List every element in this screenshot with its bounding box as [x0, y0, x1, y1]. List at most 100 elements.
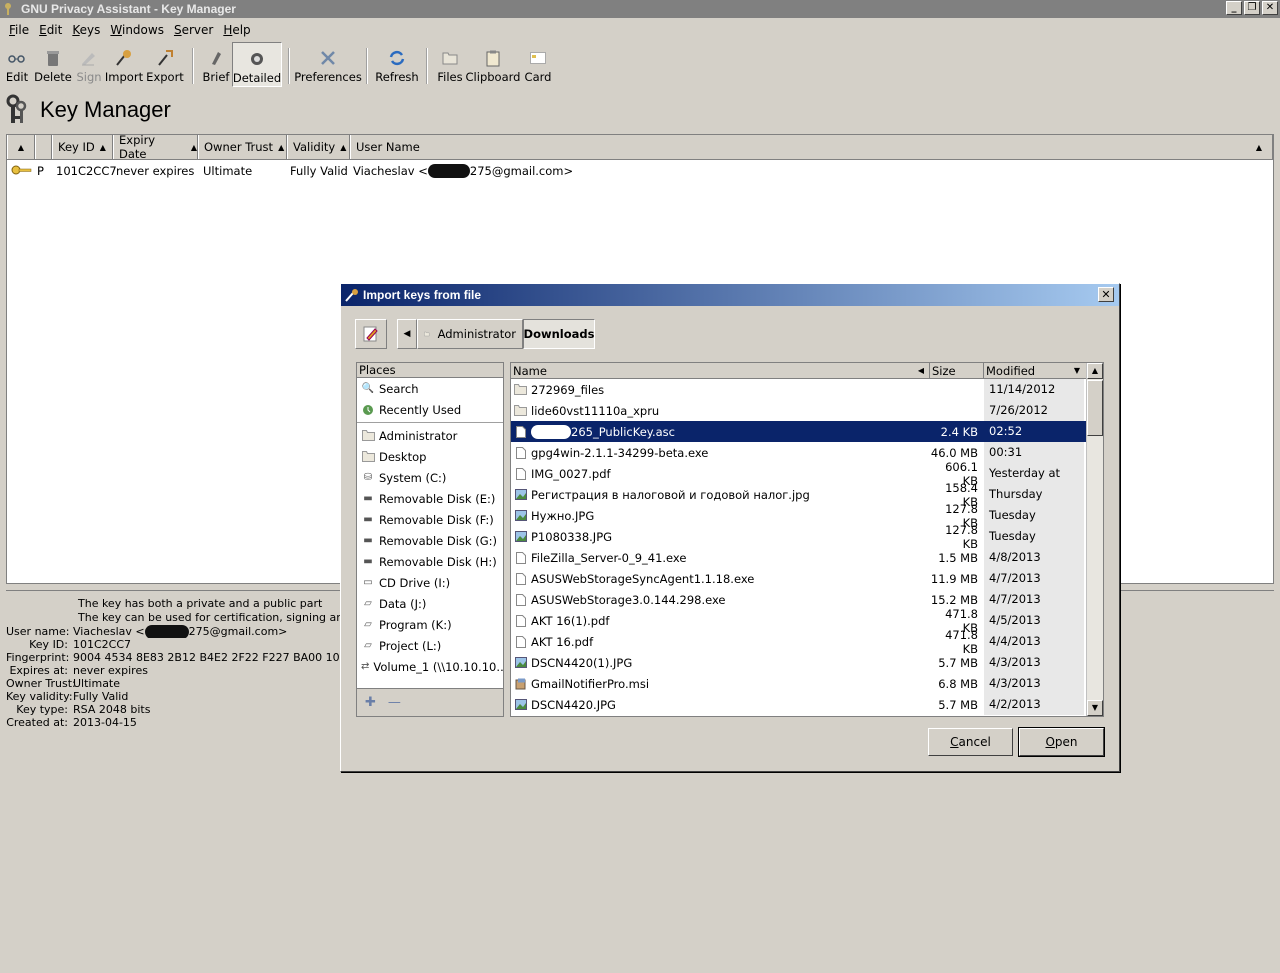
files-button[interactable]: Files: [434, 42, 466, 87]
col-key-id[interactable]: Key ID ▲: [52, 135, 113, 159]
file-name: lide60vst11110a_xpru: [511, 404, 930, 418]
redaction-mark: [427, 164, 470, 179]
place-project-l[interactable]: ▱ Project (L:): [357, 635, 503, 656]
menu-file[interactable]: File: [4, 23, 34, 37]
file-row[interactable]: 272969_files 11/14/2012: [511, 379, 1103, 400]
type-location-button[interactable]: [355, 319, 387, 349]
col-owner-trust[interactable]: Owner Trust ▲: [198, 135, 287, 159]
edit-button[interactable]: Edit: [2, 42, 32, 87]
scroll-thumb[interactable]: [1087, 380, 1103, 436]
toolbar-separator: [192, 48, 194, 84]
file-row[interactable]: Регистрация в налоговой и годовой налог.…: [511, 481, 1103, 509]
sort-asc-icon: ▲: [340, 142, 347, 152]
file-row[interactable]: ASUSWebStorageSyncAgent1.1.18.exe 11.9 MB…: [511, 568, 1103, 589]
minimize-button[interactable]: _: [1226, 1, 1242, 15]
clipboard-button[interactable]: Clipboard: [466, 42, 520, 87]
restore-button[interactable]: ❐: [1244, 1, 1260, 15]
preferences-tools-icon: [318, 48, 338, 68]
file-row[interactable]: lide60vst11110a_xpru 7/26/2012: [511, 400, 1103, 421]
menu-edit[interactable]: Edit: [34, 23, 67, 37]
menu-help[interactable]: Help: [218, 23, 255, 37]
path-downloads[interactable]: Downloads: [523, 319, 595, 349]
file-row[interactable]: Нужно.JPG 127.8 KB Tuesday: [511, 502, 1103, 530]
import-key-icon: [114, 48, 134, 68]
place-removable-e[interactable]: ▬ Removable Disk (E:): [357, 488, 503, 509]
file-modified: 4/5/2013: [984, 610, 1084, 631]
card-button[interactable]: Card: [520, 42, 556, 87]
file-row[interactable]: DSCN4420.JPG 5.7 MB 4/2/2013: [511, 694, 1103, 715]
place-system-c[interactable]: ⛁ System (C:): [357, 467, 503, 488]
refresh-button[interactable]: Refresh: [374, 42, 420, 87]
keypair-icon: [7, 164, 37, 179]
file-row[interactable]: AKT 16(1).pdf 471.8 KB 4/5/2013: [511, 607, 1103, 635]
file-modified: 4/3/2013: [984, 673, 1084, 694]
file-row[interactable]: ASUSWebStorage3.0.144.298.exe 15.2 MB 4/7/…: [511, 589, 1103, 610]
place-desktop[interactable]: Desktop: [357, 446, 503, 467]
place-administrator[interactable]: Administrator: [357, 425, 503, 446]
col-validity[interactable]: Validity ▲: [287, 135, 350, 159]
sort-asc-icon: ▲: [278, 142, 285, 152]
place-data-j[interactable]: ▱ Data (J:): [357, 593, 503, 614]
file-row[interactable]: AKT 16.pdf 471.8 KB 4/4/2013: [511, 628, 1103, 656]
col-modified[interactable]: Modified ▼: [984, 363, 1087, 378]
col-size[interactable]: Size: [930, 363, 984, 378]
place-cd-drive-i[interactable]: ▭ CD Drive (I:): [357, 572, 503, 593]
col-key-type[interactable]: ▲: [7, 135, 35, 159]
place-volume-1[interactable]: ⇄ Volume_1 (\\10.10.10.…: [357, 656, 503, 677]
file-modified: 4/7/2013: [984, 568, 1084, 589]
place-program-k[interactable]: ▱ Program (K:): [357, 614, 503, 635]
open-button[interactable]: Open: [1019, 728, 1104, 756]
menu-keys[interactable]: Keys: [67, 23, 105, 37]
preferences-button[interactable]: Preferences: [294, 42, 362, 87]
dialog-close-button[interactable]: ✕: [1098, 287, 1114, 302]
key-row[interactable]: P 101C2CC7 never expires Ultimate Fully …: [7, 160, 1273, 182]
sort-desc-icon: ▼: [1073, 366, 1080, 375]
place-removable-g[interactable]: ▬ Removable Disk (G:): [357, 530, 503, 551]
refresh-icon: [387, 48, 407, 68]
dialog-title: Import keys from file: [363, 288, 482, 302]
menu-server[interactable]: Server: [169, 23, 218, 37]
col-blank[interactable]: [35, 135, 52, 159]
file-name: gpg4win-2.1.1-34299-beta.exe: [511, 446, 930, 460]
sign-button[interactable]: Sign: [74, 42, 104, 87]
path-administrator[interactable]: Administrator: [417, 319, 523, 349]
scroll-up-icon[interactable]: ▲: [1087, 363, 1103, 379]
remove-bookmark-icon[interactable]: —: [388, 695, 401, 710]
export-button[interactable]: Export: [144, 42, 186, 87]
col-expiry-date[interactable]: Expiry Date ▲: [113, 133, 198, 161]
file-row[interactable]: DSCN4420(1).JPG 5.7 MB 4/3/2013: [511, 652, 1103, 673]
menu-windows[interactable]: Windows: [105, 23, 169, 37]
detailed-view-button[interactable]: Detailed: [232, 42, 282, 87]
place-recently-used[interactable]: Recently Used: [357, 399, 503, 420]
file-row[interactable]: FileZilla_Server-0_9_41.exe 1.5 MB 4/8/201…: [511, 547, 1103, 568]
image-file-icon: [514, 698, 527, 711]
add-bookmark-icon[interactable]: ✚: [365, 695, 376, 710]
file-list-scrollbar[interactable]: ▲ ▼: [1086, 363, 1103, 716]
place-search[interactable]: 🔍 Search: [357, 378, 503, 399]
drive-icon: ▱: [364, 619, 372, 630]
scroll-down-icon[interactable]: ▼: [1087, 700, 1103, 716]
path-bar: ◀ Administrator Downloads: [355, 318, 595, 350]
place-removable-h[interactable]: ▬ Removable Disk (H:): [357, 551, 503, 572]
path-back-button[interactable]: ◀: [397, 319, 417, 349]
delete-button[interactable]: Delete: [32, 42, 74, 87]
file-row[interactable]: 265_PublicKey.asc 2.4 KB 02:52: [511, 421, 1103, 442]
file-row[interactable]: P1080338.JPG 127.8 KB Tuesday: [511, 523, 1103, 551]
network-drive-icon: ⇄: [361, 661, 370, 672]
file-name: GmailNotifierPro.msi: [511, 677, 930, 691]
col-name[interactable]: Name ◀: [511, 363, 930, 378]
key-id: 101C2CC7: [56, 164, 117, 178]
col-user-name[interactable]: User Name ▲: [350, 135, 1273, 159]
brief-view-button[interactable]: Brief: [200, 42, 232, 87]
file-row[interactable]: gpg4win-2.1.1-34299-beta.exe 46.0 MB 00:31: [511, 442, 1103, 463]
close-button[interactable]: ✕: [1262, 1, 1278, 15]
cancel-button[interactable]: Cancel: [928, 728, 1013, 756]
place-removable-f[interactable]: ▬ Removable Disk (F:): [357, 509, 503, 530]
places-header: Places: [357, 363, 503, 378]
expiry-date: never expires: [116, 164, 195, 178]
sort-asc-icon: ▲: [17, 142, 25, 152]
file-row[interactable]: IMG_0027.pdf606.1 KBYesterday at 08:33: [511, 460, 1103, 501]
import-button[interactable]: Import: [104, 42, 144, 87]
file-row[interactable]: GmailNotifierPro.msi 6.8 MB 4/3/2013: [511, 673, 1103, 694]
file-name: 265_PublicKey.asc: [511, 424, 930, 439]
